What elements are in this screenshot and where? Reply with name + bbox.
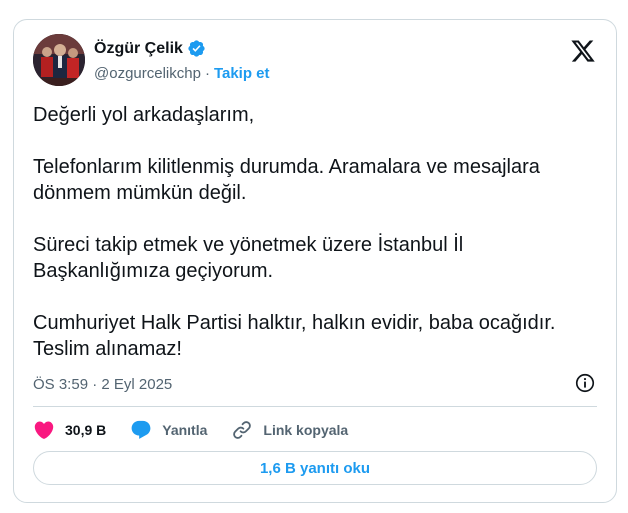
tweet-paragraph: Değerli yol arkadaşlarım, — [33, 104, 255, 126]
reply-button[interactable]: Yanıtla — [130, 419, 207, 441]
follow-button[interactable]: Takip et — [214, 65, 270, 82]
tweet-paragraph: Cumhuriyet Halk Partisi halktır, halkın … — [33, 312, 556, 360]
avatar-image — [33, 34, 85, 86]
reply-label: Yanıtla — [162, 422, 208, 438]
tweet-timestamp[interactable]: ÖS 3:59 · 2 Eyl 2025 — [33, 376, 172, 393]
info-icon[interactable] — [574, 372, 596, 394]
action-bar: 30,9 B Yanıtla Link kopyala — [33, 418, 372, 442]
tweet-card: Özgür Çelik @ozgurcelikchp · Takip et De… — [13, 19, 617, 503]
copy-link-label: Link kopyala — [263, 422, 349, 438]
heart-icon — [34, 421, 54, 439]
separator-dot: · — [204, 65, 210, 82]
like-count: 30,9 B — [65, 422, 107, 438]
read-replies-button[interactable]: 1,6 B yanıtı oku — [33, 451, 597, 485]
tweet-paragraph: Süreci takip etmek ve yönetmek üzere İst… — [33, 234, 464, 282]
link-icon — [233, 421, 252, 439]
reply-bubble-icon — [131, 420, 151, 439]
x-logo-icon[interactable] — [570, 38, 596, 64]
tweet-text: Değerli yol arkadaşlarım, Telefonlarım k… — [33, 102, 603, 362]
author-handle[interactable]: @ozgurcelikchp — [94, 65, 201, 82]
tweet-paragraph: Telefonlarım kilitlenmiş durumda. Aramal… — [33, 156, 540, 204]
like-button[interactable]: 30,9 B — [33, 419, 106, 441]
tweet-header: Özgür Çelik @ozgurcelikchp · Takip et — [33, 34, 600, 90]
author-name[interactable]: Özgür Çelik — [94, 40, 183, 58]
divider — [33, 406, 597, 407]
avatar[interactable] — [33, 34, 85, 86]
copy-link-button[interactable]: Link kopyala — [231, 419, 348, 441]
verified-badge-icon — [188, 40, 205, 57]
